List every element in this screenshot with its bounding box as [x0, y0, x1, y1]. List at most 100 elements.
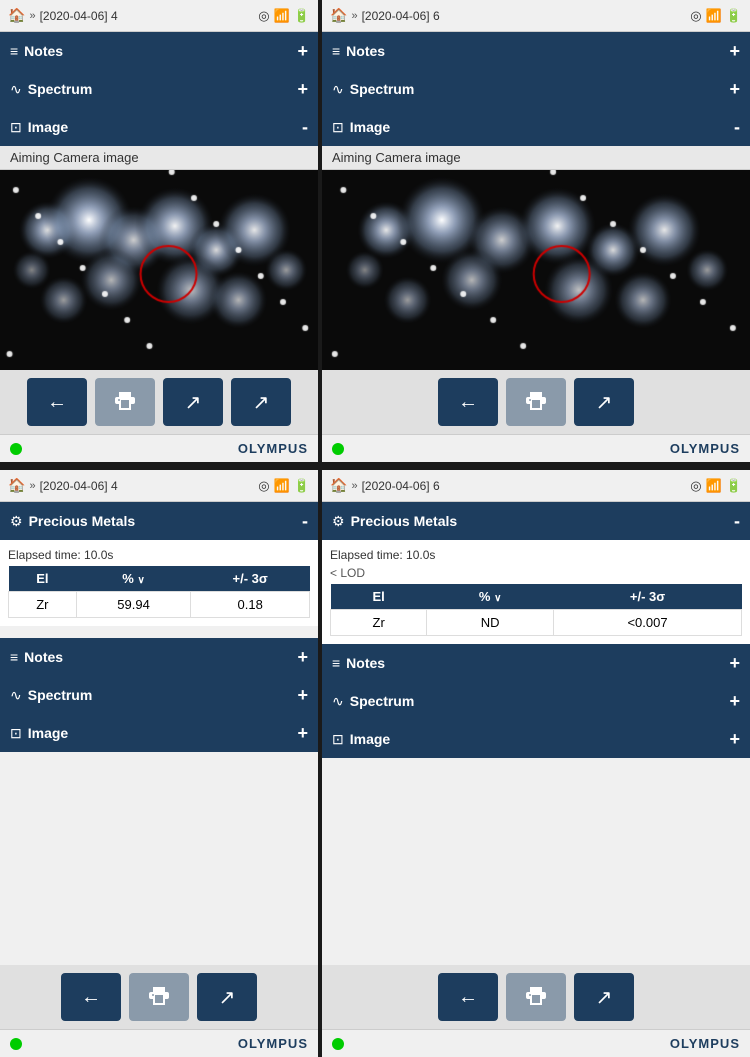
- camera-image-p2: [322, 170, 750, 370]
- notes-icon-p2: ≡: [332, 43, 340, 59]
- breadcrumb-panel1: [2020-04-06] 4: [40, 9, 259, 23]
- image-header-p1[interactable]: ⊡ Image -: [0, 108, 318, 146]
- el-val-p3: Zr: [9, 592, 77, 618]
- notes-icon-p4: ≡: [332, 655, 340, 671]
- image-header-p3[interactable]: ⊡ Image +: [0, 714, 318, 752]
- print-button-p1[interactable]: [95, 378, 155, 426]
- spectrum-toggle-p3[interactable]: +: [297, 685, 308, 706]
- notes-header-p1[interactable]: ≡ Notes +: [0, 32, 318, 70]
- notes-toggle-p1[interactable]: +: [297, 41, 308, 62]
- spectrum-header-p4[interactable]: ∿ Spectrum +: [322, 682, 750, 720]
- spectrum-label-p2: Spectrum: [350, 81, 730, 97]
- brand-label-p1: OLYMPUS: [238, 441, 308, 456]
- statusbar-panel1: 🏠 » [2020-04-06] 4 ◎ 📶 🔋: [0, 0, 318, 32]
- spectrum-icon-p4: ∿: [332, 693, 344, 710]
- signal-icon-p3: ◎: [258, 478, 269, 494]
- expand2-button-p1[interactable]: ↗: [231, 378, 291, 426]
- brand-label-p2: OLYMPUS: [670, 441, 740, 456]
- notes-header-p2[interactable]: ≡ Notes +: [322, 32, 750, 70]
- col-el-p4: El: [331, 584, 427, 610]
- status-icons-panel1: ◎ 📶 🔋: [258, 8, 310, 24]
- sigma-val-p4: <0.007: [554, 610, 742, 636]
- pm-toggle-p4[interactable]: -: [734, 511, 740, 532]
- image-label-p4: Image: [350, 731, 730, 747]
- statusbar-panel3: 🏠 » [2020-04-06] 4 ◎ 📶 🔋: [0, 470, 318, 502]
- data-section-p3: Elapsed time: 10.0s El % ∨ +/- 3σ Zr 59.…: [0, 540, 318, 626]
- print-button-p4[interactable]: [506, 973, 566, 1021]
- chevrons-icon-p4: »: [351, 480, 357, 492]
- expand1-button-p1[interactable]: ↗: [163, 378, 223, 426]
- wifi-icon-p4: 📶: [706, 478, 722, 494]
- statusbar-panel4: 🏠 » [2020-04-06] 6 ◎ 📶 🔋: [322, 470, 750, 502]
- spectrum-header-p3[interactable]: ∿ Spectrum +: [0, 676, 318, 714]
- image-icon-p3: ⊡: [10, 725, 22, 742]
- pct-val-p4: ND: [427, 610, 554, 636]
- notes-icon-p1: ≡: [10, 43, 18, 59]
- back-button-p1[interactable]: ←: [27, 378, 87, 426]
- back-button-p2[interactable]: ←: [438, 378, 498, 426]
- signal-icon-p4: ◎: [690, 478, 701, 494]
- status-dot-p1: [10, 443, 22, 455]
- spectrum-header-p2[interactable]: ∿ Spectrum +: [322, 70, 750, 108]
- wifi-icon-p3: 📶: [274, 478, 290, 494]
- image-header-p2[interactable]: ⊡ Image -: [322, 108, 750, 146]
- image-toggle-p3[interactable]: +: [297, 723, 308, 744]
- spectrum-icon-p3: ∿: [10, 687, 22, 704]
- chevrons-icon-p3: »: [29, 480, 35, 492]
- table-row-p4: Zr ND <0.007: [331, 610, 742, 636]
- battery-icon: 🔋: [294, 8, 310, 24]
- footer-p3: OLYMPUS: [0, 1029, 318, 1057]
- pm-icon-p4: ⚙: [332, 513, 345, 530]
- elapsed-p4: Elapsed time: 10.0s: [330, 548, 742, 562]
- spectrum-label-p3: Spectrum: [28, 687, 298, 703]
- spectrum-toggle-p4[interactable]: +: [729, 691, 740, 712]
- brand-label-p3: OLYMPUS: [238, 1036, 308, 1051]
- spectrum-label-p1: Spectrum: [28, 81, 298, 97]
- spectrum-icon-p1: ∿: [10, 81, 22, 98]
- spectrum-header-p1[interactable]: ∿ Spectrum +: [0, 70, 318, 108]
- image-toggle-p2[interactable]: -: [734, 117, 740, 138]
- expand1-button-p2[interactable]: ↗: [574, 378, 634, 426]
- spectrum-toggle-p1[interactable]: +: [297, 79, 308, 100]
- pm-toggle-p3[interactable]: -: [302, 511, 308, 532]
- home-icon-p3: 🏠: [8, 477, 25, 494]
- image-toggle-p1[interactable]: -: [302, 117, 308, 138]
- image-header-p4[interactable]: ⊡ Image +: [322, 720, 750, 758]
- statusbar-panel2: 🏠 » [2020-04-06] 6 ◎ 📶 🔋: [322, 0, 750, 32]
- spectrum-label-p4: Spectrum: [350, 693, 730, 709]
- status-dot-p4: [332, 1038, 344, 1050]
- notes-header-p3[interactable]: ≡ Notes +: [0, 638, 318, 676]
- print-button-p2[interactable]: [506, 378, 566, 426]
- notes-toggle-p4[interactable]: +: [729, 653, 740, 674]
- data-table-p4: El % ∨ +/- 3σ Zr ND <0.007: [330, 584, 742, 636]
- spectrum-icon-p2: ∿: [332, 81, 344, 98]
- col-pct-p3: % ∨: [76, 566, 191, 592]
- notes-label-p2: Notes: [346, 43, 729, 59]
- back-button-p3[interactable]: ←: [61, 973, 121, 1021]
- expand1-button-p3[interactable]: ↗: [197, 973, 257, 1021]
- precious-metals-header-p3[interactable]: ⚙ Precious Metals -: [0, 502, 318, 540]
- expand1-button-p4[interactable]: ↗: [574, 973, 634, 1021]
- precious-metals-header-p4[interactable]: ⚙ Precious Metals -: [322, 502, 750, 540]
- home-icon-p2: 🏠: [330, 7, 347, 24]
- image-caption-p1: Aiming Camera image: [0, 146, 318, 170]
- back-button-p4[interactable]: ←: [438, 973, 498, 1021]
- wifi-icon-p2: 📶: [706, 8, 722, 24]
- col-el-p3: El: [9, 566, 77, 592]
- brand-label-p4: OLYMPUS: [670, 1036, 740, 1051]
- col-sigma-p4: +/- 3σ: [554, 584, 742, 610]
- home-icon-p4: 🏠: [330, 477, 347, 494]
- spectrum-toggle-p2[interactable]: +: [729, 79, 740, 100]
- el-val-p4: Zr: [331, 610, 427, 636]
- battery-icon-p4: 🔋: [726, 478, 742, 494]
- chevrons-icon: »: [29, 10, 35, 22]
- notes-toggle-p3[interactable]: +: [297, 647, 308, 668]
- home-icon: 🏠: [8, 7, 25, 24]
- image-icon-p4: ⊡: [332, 731, 344, 748]
- notes-header-p4[interactable]: ≡ Notes +: [322, 644, 750, 682]
- image-toggle-p4[interactable]: +: [729, 729, 740, 750]
- signal-icon-p2: ◎: [690, 8, 701, 24]
- print-button-p3[interactable]: [129, 973, 189, 1021]
- notes-toggle-p2[interactable]: +: [729, 41, 740, 62]
- table-row-p3: Zr 59.94 0.18: [9, 592, 310, 618]
